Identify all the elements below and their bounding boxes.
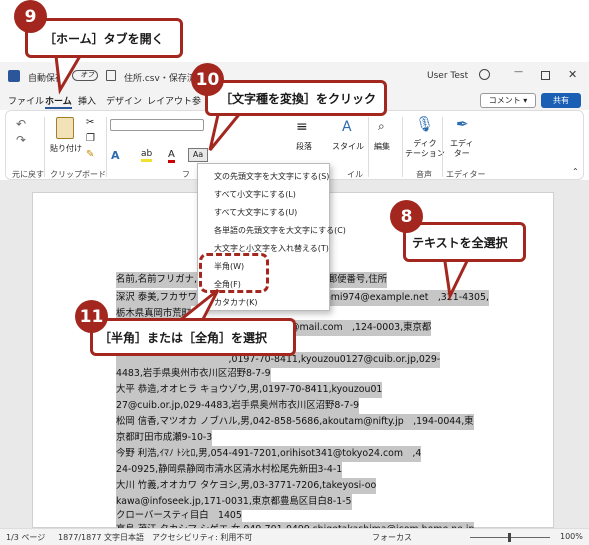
callout-10-badge: 10 (191, 63, 224, 96)
menu-item-sentence-case[interactable]: 文の先頭文字を大文字にする(S) (214, 171, 329, 182)
tab-layout[interactable]: レイアウト (147, 94, 192, 107)
doc-line[interactable]: 27@cuib.or.jp,029-4483,岩手県奥州市衣川区沼野8-7-9 (116, 398, 360, 414)
callout-11: ［半角］または［全角］を選択 (90, 318, 296, 356)
comment-button[interactable]: コメント ▾ (480, 93, 536, 108)
zoom-level[interactable]: 100% (560, 532, 583, 541)
doc-line[interactable]: 今野 利浩,ｲﾏﾉ ﾄｼﾋﾛ,男,054-491-7201,orihisot34… (116, 446, 422, 462)
callout-8-text: テキストを全選択 (412, 235, 508, 250)
paste-button[interactable]: 貼り付け (50, 143, 82, 154)
language[interactable]: 日本語 (120, 532, 144, 543)
callout-9-text: ［ホーム］タブを開く (44, 31, 164, 46)
cut-icon[interactable]: ✂ (86, 117, 94, 128)
account-icon[interactable] (479, 69, 490, 80)
voice-group-label: 音声 (416, 170, 432, 179)
edit-button[interactable]: 編集 (374, 141, 390, 152)
comment-label: コメント (488, 96, 521, 105)
callout-11-text: ［半角］または［全角］を選択 (99, 330, 268, 345)
callout-11-badge: 11 (75, 300, 108, 333)
style-group-label: イル (347, 170, 363, 179)
highlight-box (199, 253, 269, 293)
close-icon[interactable]: ✕ (568, 68, 577, 81)
font-name-box[interactable] (110, 119, 204, 131)
doc-line[interactable]: 大平 恭造,オオヒラ キョウゾウ,男,0197-70-8411,kyouzou0… (116, 382, 383, 398)
style-button[interactable]: スタイル (332, 141, 364, 152)
maximize-icon[interactable] (541, 71, 550, 80)
copy-icon[interactable]: ❐ (86, 133, 95, 144)
tab-partial[interactable]: 参 (192, 94, 201, 107)
dictation-button[interactable]: ディク テーション (405, 139, 445, 159)
change-case-button[interactable]: Aa (188, 148, 208, 162)
menu-item-katakana[interactable]: カタカナ(K) (214, 297, 258, 308)
search-icon[interactable]: ⌕ (378, 119, 385, 134)
microphone-icon[interactable]: 🎙 (415, 115, 434, 133)
accessibility-status[interactable]: アクセシビリティ: 利用不可 (152, 532, 252, 543)
paragraph-button[interactable]: 段落 (296, 141, 312, 152)
callout-10-text: ［文字種を変換］をクリック (220, 91, 377, 106)
text-effect-icon[interactable]: A (111, 149, 120, 162)
redo-icon[interactable]: ↷ (16, 133, 26, 147)
doc-line[interactable]: 4483,岩手県奥州市衣川区沼野8-7-9 (116, 366, 271, 382)
zoom-thumb[interactable] (508, 533, 511, 542)
page-count: 1/3 ページ (6, 533, 46, 542)
minimize-icon[interactable]: — (514, 67, 523, 77)
tab-insert[interactable]: 挿入 (78, 94, 96, 107)
user-name: User Test (427, 71, 469, 81)
callout-9-badge: 9 (14, 0, 47, 33)
style-icon[interactable]: A (342, 119, 352, 135)
tab-home[interactable]: ホーム (45, 94, 72, 109)
share-label: 共有 (553, 96, 569, 105)
status-bar: 1/3 ページ 1877/1877 文字 日本語 アクセシビリティ: 利用不可 … (0, 528, 589, 545)
callout-8: テキストを全選択 (403, 222, 526, 262)
callout-8-badge: 8 (390, 200, 423, 233)
doc-line[interactable]: 松岡 信香,マツオカ ノブハル,男,042-858-5686,akoutam@n… (116, 414, 474, 430)
autosave-label: 自動保存 (28, 74, 65, 84)
doc-line[interactable]: 大川 竹義,オオカワ タケヨシ,男,03-3771-7206,takeyosi-… (116, 478, 377, 494)
paste-icon[interactable] (56, 117, 74, 139)
tab-design[interactable]: デザイン (106, 94, 142, 107)
file-name: 住所.csv・保存済 (124, 74, 196, 84)
paragraph-icon[interactable]: ≡ (296, 119, 308, 135)
tab-file[interactable]: ファイル (8, 94, 44, 107)
word-logo-icon (8, 70, 20, 82)
callout-10: ［文字種を変換］をクリック (205, 80, 387, 116)
menu-item-lowercase[interactable]: すべて小文字にする(L) (214, 189, 296, 200)
menu-item-capitalize[interactable]: 各単語の先頭文字を大文字にする(C) (214, 225, 346, 236)
autosave-toggle[interactable]: オフ (72, 70, 98, 81)
clipboard-group-label: クリップボード (50, 170, 106, 179)
doc-line[interactable]: 京都町田市成瀬9-10-3 (116, 430, 213, 446)
editor-icon[interactable]: ✒ (456, 115, 469, 133)
highlight-icon[interactable]: ab (141, 149, 153, 162)
editor-button[interactable]: エディ ター (450, 139, 473, 159)
doc-line[interactable]: 24-0925,静岡県静岡市清水区清水村松尾先新田3-4-1 (116, 462, 343, 478)
menu-item-uppercase[interactable]: すべて大文字にする(U) (214, 207, 297, 218)
save-icon[interactable] (106, 70, 116, 81)
share-button[interactable]: 共有 (541, 93, 581, 108)
word-count: 1877/1877 文字 (58, 533, 120, 542)
font-color-icon[interactable]: A (168, 149, 175, 163)
editor-group-label: エディター (446, 170, 486, 179)
ribbon-collapse-icon[interactable]: ⌃ (572, 167, 579, 176)
undo-group-label: 元に戻す (12, 170, 44, 179)
undo-icon[interactable]: ↶ (16, 117, 26, 131)
callout-9: ［ホーム］タブを開く (25, 18, 183, 58)
format-painter-icon[interactable]: ✎ (86, 149, 94, 160)
font-group-label: フ (182, 170, 190, 179)
focus-mode[interactable]: フォーカス (372, 532, 412, 543)
